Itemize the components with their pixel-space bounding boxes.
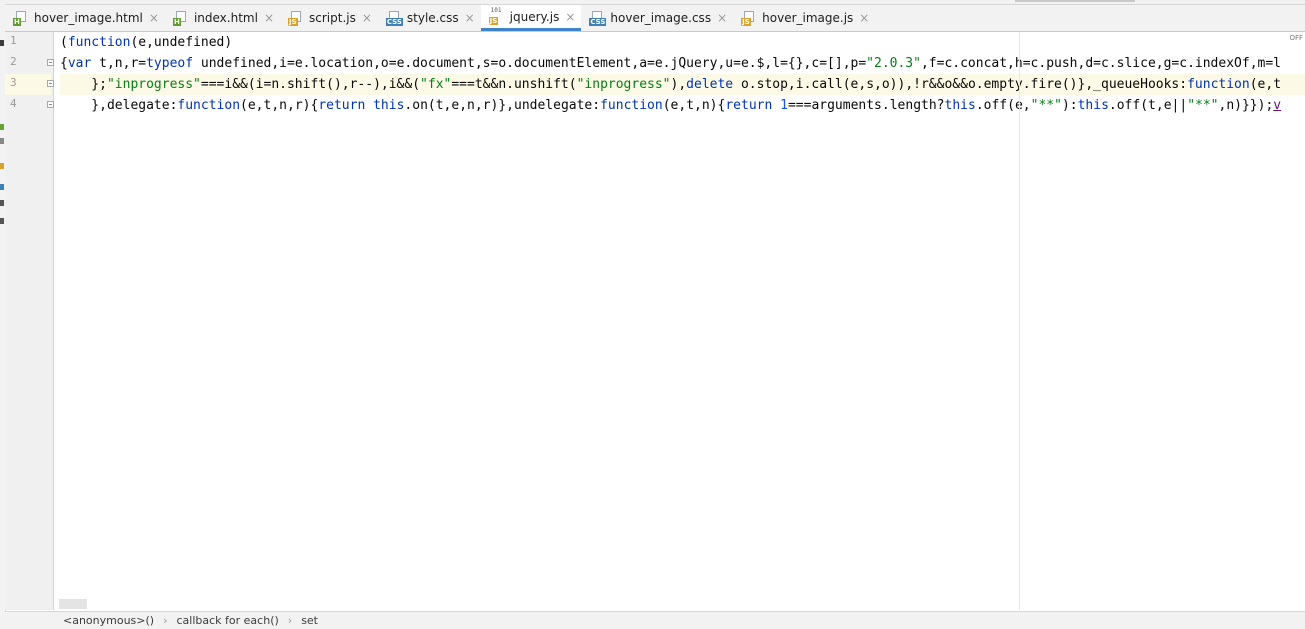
edge-marker <box>0 184 4 190</box>
edge-marker <box>0 218 4 224</box>
inspection-status-label[interactable]: OFF <box>1289 34 1303 42</box>
close-icon[interactable]: × <box>565 10 575 24</box>
tab-label: hover_image.js <box>762 11 854 25</box>
css-file-icon: CSS <box>589 11 607 26</box>
chevron-right-icon: › <box>163 614 168 627</box>
tab-label: style.css <box>406 11 459 25</box>
tab-label: index.html <box>193 11 258 25</box>
edge-marker <box>0 200 4 206</box>
horizontal-scrollbar-thumb[interactable] <box>59 599 87 609</box>
tab-style-css[interactable]: CSS style.css × <box>378 5 481 31</box>
close-icon[interactable]: × <box>465 11 475 25</box>
top-indicator <box>1015 0 1135 2</box>
code-line-2[interactable]: {var t,n,r=typeof undefined,i=e.location… <box>60 53 1305 74</box>
code-line-3[interactable]: };"inprogress"===i&&(i=n.shift(),r--),i&… <box>60 74 1305 95</box>
gutter-line: 4 <box>5 95 54 116</box>
js-file-icon: JS <box>288 11 304 26</box>
line-number: 1 <box>10 34 17 47</box>
html-file-icon: H <box>172 11 189 26</box>
close-icon[interactable]: × <box>149 11 159 25</box>
css-file-icon: CSS <box>385 11 403 26</box>
code-line-4[interactable]: },delegate:function(e,t,n,r){return this… <box>60 95 1305 116</box>
tab-label: hover_image.html <box>34 11 143 25</box>
gutter-line: 1 <box>5 32 51 53</box>
tab-hover-image-css[interactable]: CSS hover_image.css × <box>581 5 733 31</box>
fold-marker-icon[interactable] <box>47 59 54 66</box>
breadcrumb: <anonymous>() › callback for each() › se… <box>5 611 1305 629</box>
tab-label: jquery.js <box>509 9 560 24</box>
gutter-line-current: 3 <box>5 74 54 95</box>
close-icon[interactable]: × <box>362 11 372 25</box>
close-icon[interactable]: × <box>264 11 274 25</box>
close-icon[interactable]: × <box>859 11 869 25</box>
gutter-line: 2 <box>5 53 54 74</box>
breadcrumb-item[interactable]: set <box>301 614 318 627</box>
edge-marker <box>0 40 4 46</box>
breadcrumb-item[interactable]: callback for each() <box>177 614 279 627</box>
tab-index-html[interactable]: H index.html × <box>165 5 280 31</box>
edge-marker <box>0 163 4 169</box>
binary-js-file-icon: 101 JS <box>488 6 502 25</box>
editor-tab-bar: H hover_image.html × H index.html × JS s… <box>5 5 1305 32</box>
line-number: 4 <box>10 97 17 110</box>
line-number: 3 <box>10 76 17 89</box>
edge-marker <box>0 124 4 130</box>
close-icon[interactable]: × <box>717 11 727 25</box>
fold-marker-icon[interactable] <box>47 80 54 87</box>
line-number: 2 <box>10 55 17 68</box>
html-file-icon: H <box>13 11 29 26</box>
tab-hover-image-js[interactable]: JS hover_image.js × <box>733 5 875 31</box>
code-line-1[interactable]: (function(e,undefined) <box>60 32 1305 53</box>
js-file-icon: JS <box>741 11 757 26</box>
tab-script-js[interactable]: JS script.js × <box>280 5 378 31</box>
tab-label: hover_image.css <box>610 11 712 25</box>
line-gutter[interactable]: 1 2 3 4 <box>5 32 54 610</box>
edge-marker <box>0 138 4 144</box>
code-editor[interactable]: 1 2 3 4 (function(e,undefined) {var t,n,… <box>5 32 1305 610</box>
fold-marker-icon[interactable] <box>47 101 54 108</box>
tab-hover-image-html[interactable]: H hover_image.html × <box>5 5 165 31</box>
tab-jquery-js[interactable]: 101 JS jquery.js × <box>480 5 582 31</box>
right-margin-guide <box>1019 32 1020 610</box>
code-area[interactable]: (function(e,undefined) {var t,n,r=typeof… <box>60 32 1305 610</box>
breadcrumb-item[interactable]: <anonymous>() <box>63 614 154 627</box>
tab-label: script.js <box>309 11 356 25</box>
chevron-right-icon: › <box>287 614 293 627</box>
